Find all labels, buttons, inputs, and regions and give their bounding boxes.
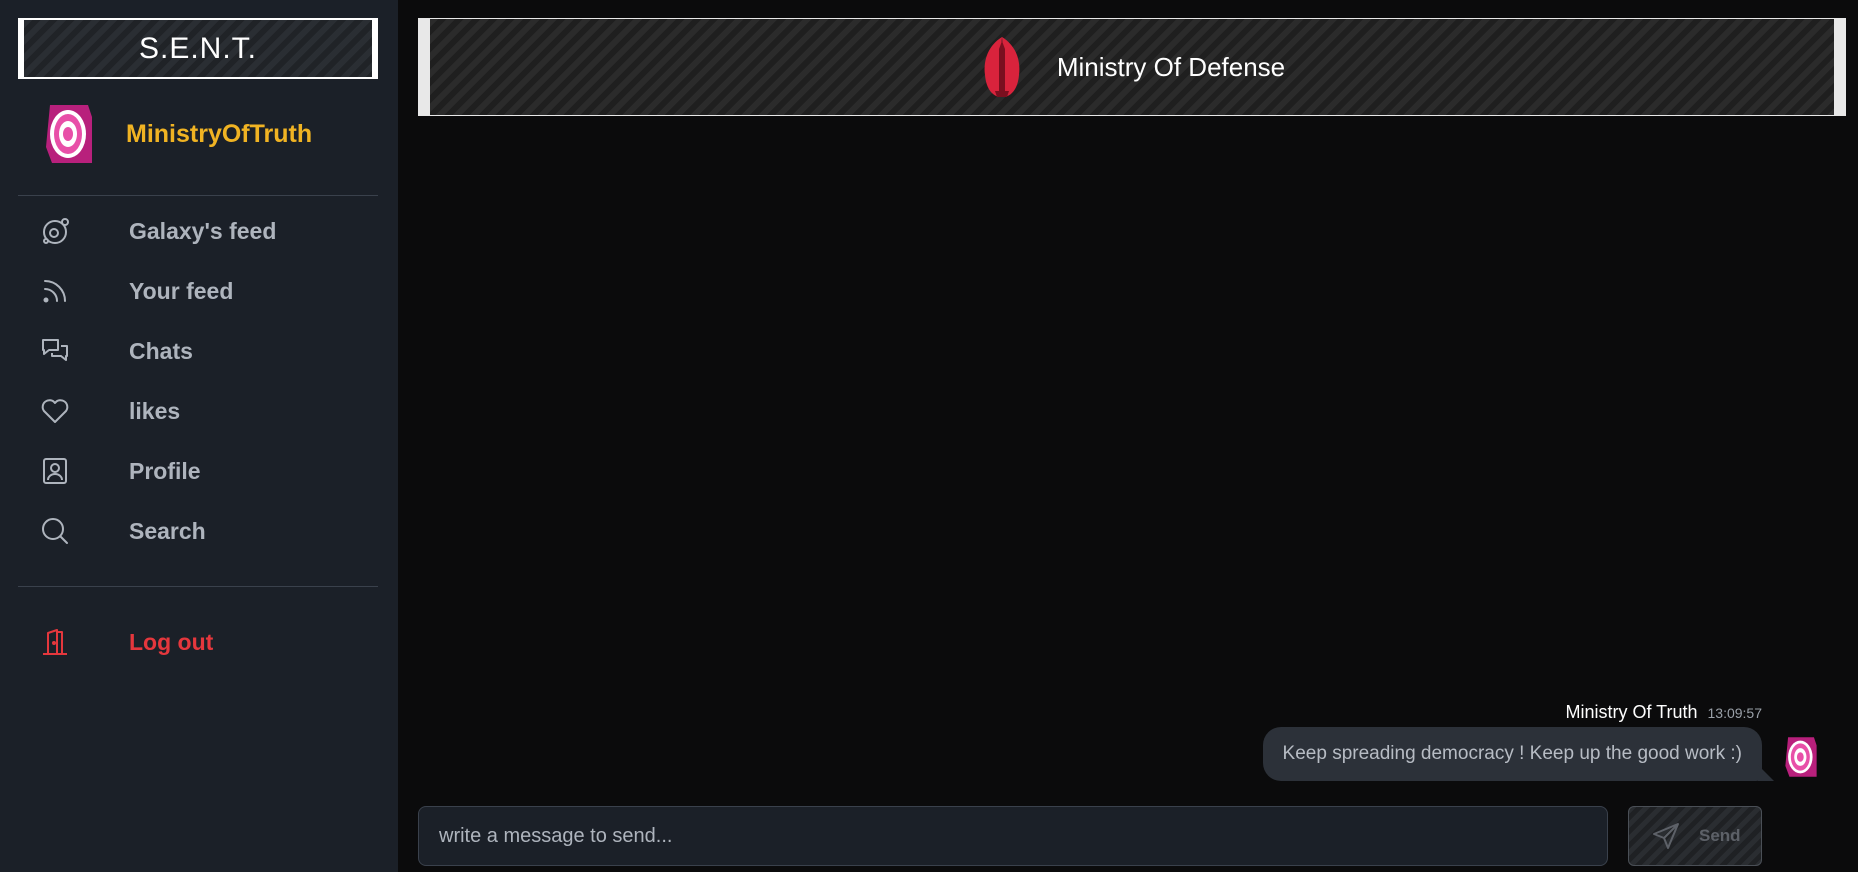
chat-title: Ministry Of Defense bbox=[1056, 51, 1286, 82]
chat-header: Ministry Of Defense bbox=[418, 18, 1846, 116]
sidebar-item-label: Chats bbox=[129, 337, 193, 364]
profile-card-icon bbox=[40, 456, 70, 486]
message-bubble-tail bbox=[1758, 765, 1774, 781]
message-text: Keep spreading democracy ! Keep up the g… bbox=[1282, 743, 1742, 764]
door-exit-icon bbox=[40, 627, 70, 657]
sidebar: S.E.N.T. MinistryOfTruth Galaxy's feed Y… bbox=[0, 0, 398, 872]
sidebar-item-search[interactable]: Search bbox=[40, 509, 380, 553]
brand-logo[interactable]: S.E.N.T. bbox=[18, 18, 378, 79]
sidebar-item-label: likes bbox=[129, 397, 181, 424]
logout-button[interactable]: Log out bbox=[40, 620, 380, 664]
search-icon bbox=[40, 516, 70, 546]
rocket-logo-icon bbox=[984, 37, 1020, 97]
username: MinistryOfTruth bbox=[126, 119, 313, 148]
sidebar-item-your-feed[interactable]: Your feed bbox=[40, 269, 380, 313]
message-meta: Ministry Of Truth 13:09:57 bbox=[1565, 702, 1762, 723]
message-avatar-icon[interactable] bbox=[1784, 735, 1818, 779]
send-label: Send bbox=[1699, 826, 1741, 845]
sidebar-item-likes[interactable]: likes bbox=[40, 389, 380, 433]
sidebar-item-galaxys-feed[interactable]: Galaxy's feed bbox=[40, 209, 380, 253]
chat-bubbles-icon bbox=[40, 336, 70, 366]
message-timestamp: 13:09:57 bbox=[1707, 705, 1763, 721]
send-button[interactable]: Send bbox=[1628, 806, 1762, 866]
sidebar-item-label: Your feed bbox=[129, 277, 234, 304]
chat-header-content: Ministry Of Defense bbox=[979, 35, 1285, 99]
message-bubble: Keep spreading democracy ! Keep up the g… bbox=[1262, 727, 1762, 781]
logout-label: Log out bbox=[129, 628, 214, 655]
current-user[interactable]: MinistryOfTruth bbox=[44, 104, 312, 164]
sidebar-divider-top bbox=[18, 195, 378, 196]
heart-icon bbox=[40, 396, 70, 426]
sidebar-item-chats[interactable]: Chats bbox=[40, 329, 380, 373]
sidebar-item-profile[interactable]: Profile bbox=[40, 449, 380, 493]
rss-icon bbox=[40, 276, 70, 306]
sidebar-item-label: Galaxy's feed bbox=[129, 217, 277, 244]
orbit-icon bbox=[40, 216, 70, 246]
paper-plane-icon bbox=[1653, 823, 1679, 849]
brand-title: S.E.N.T. bbox=[138, 31, 258, 65]
target-avatar-icon bbox=[46, 105, 92, 163]
sidebar-item-label: Profile bbox=[129, 457, 201, 484]
sidebar-divider-bottom bbox=[18, 586, 378, 587]
sidebar-item-label: Search bbox=[129, 517, 206, 544]
message-input[interactable] bbox=[418, 806, 1608, 866]
message-author: Ministry Of Truth bbox=[1565, 702, 1698, 722]
app-root: S.E.N.T. MinistryOfTruth Galaxy's feed Y… bbox=[0, 0, 1858, 872]
